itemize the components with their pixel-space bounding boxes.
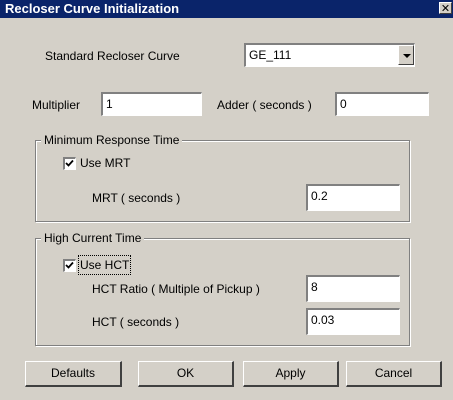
mrt-group-title: Minimum Response Time — [41, 133, 183, 147]
mrt-seconds-label: MRT ( seconds ) — [92, 191, 181, 205]
use-mrt-label: Use MRT — [80, 156, 131, 170]
hct-ratio-label: HCT Ratio ( Multiple of Pickup ) — [92, 282, 260, 296]
defaults-button[interactable]: Defaults — [25, 361, 122, 387]
multiplier-label: Multiplier — [32, 98, 81, 112]
ok-button[interactable]: OK — [138, 361, 234, 387]
hct-group-title: High Current Time — [41, 231, 145, 245]
adder-field[interactable]: 0 — [335, 92, 429, 116]
chevron-down-icon[interactable] — [398, 45, 414, 65]
use-mrt-checkbox[interactable] — [63, 157, 76, 170]
title-bar: Recloser Curve Initialization ✕ — [0, 0, 453, 18]
hct-seconds-field[interactable]: 0.03 — [306, 308, 400, 335]
mrt-seconds-field[interactable]: 0.2 — [306, 184, 400, 211]
window-title: Recloser Curve Initialization — [5, 1, 180, 16]
hct-ratio-field[interactable]: 8 — [306, 275, 400, 302]
multiplier-field[interactable]: 1 — [101, 92, 202, 116]
checkmark-icon — [65, 261, 74, 269]
cancel-button[interactable]: Cancel — [346, 361, 442, 387]
standard-curve-select[interactable]: GE_111 — [244, 43, 415, 67]
hct-seconds-label: HCT ( seconds ) — [92, 315, 180, 329]
use-hct-label: Use HCT — [77, 255, 132, 275]
checkmark-icon — [65, 159, 74, 167]
close-icon[interactable]: ✕ — [439, 2, 452, 15]
adder-label: Adder ( seconds ) — [217, 98, 312, 112]
standard-curve-label: Standard Recloser Curve — [45, 49, 180, 63]
apply-button[interactable]: Apply — [243, 361, 339, 387]
standard-curve-value: GE_111 — [249, 48, 292, 62]
use-hct-checkbox[interactable] — [63, 259, 76, 272]
